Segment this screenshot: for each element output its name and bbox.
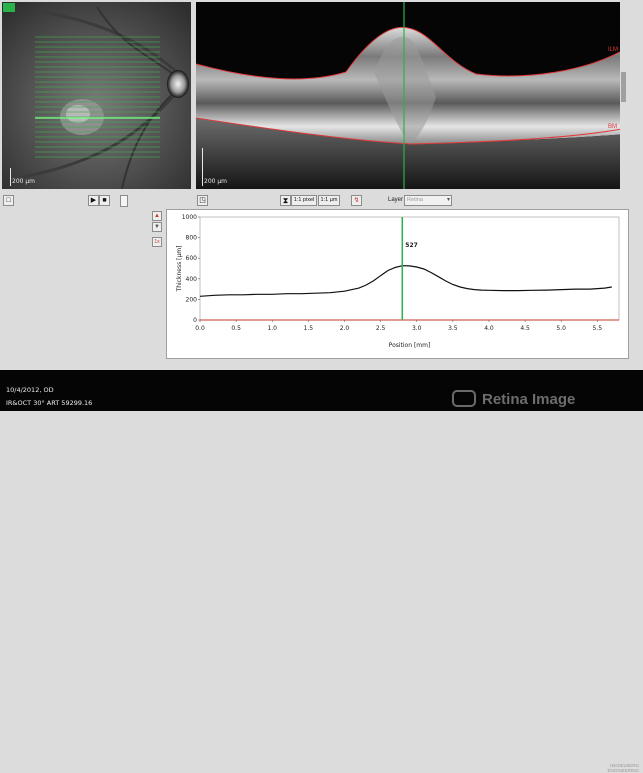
fundus-graphic xyxy=(2,2,191,189)
layer-label: Layer xyxy=(388,197,404,203)
x-tick-label: 3.5 xyxy=(448,325,458,332)
layer-select[interactable]: Retina ▾ xyxy=(404,195,452,206)
x-tick-label: 3.0 xyxy=(412,325,422,332)
y-tick-label: 800 xyxy=(186,235,198,242)
fundus-options-icon[interactable]: □ xyxy=(3,195,14,206)
x-tick-label: 5.0 xyxy=(556,325,566,332)
footer-bar: 10/4/2012, OD IR&OCT 30° ART 59299.16 Re… xyxy=(0,370,643,773)
zoom-button[interactable]: 1x xyxy=(152,237,162,247)
fundus-image[interactable]: 200 µm xyxy=(2,2,191,189)
layer-tool-icon[interactable]: ↯ xyxy=(351,195,362,206)
thickness-profile-chart[interactable]: 0 200 400 600 800 1000 0.0 0.5 1.0 1.5 2.0 2.5 3.0 3… xyxy=(166,209,629,359)
y-tick-label: 200 xyxy=(186,296,198,303)
save-icon[interactable]: ■ xyxy=(99,195,110,206)
x-tick-label: 4.0 xyxy=(484,325,494,332)
x-tick-label: 2.5 xyxy=(376,325,386,332)
x-tick-label: 0.0 xyxy=(195,325,205,332)
x-axis-label: Position [mm] xyxy=(389,342,431,349)
oct-options-icon[interactable]: ◳ xyxy=(197,195,208,206)
oct-scale-bar xyxy=(202,148,203,186)
ilm-label: ILM xyxy=(608,47,619,53)
exam-date-eye: 10/4/2012, OD xyxy=(6,386,54,394)
play-icon[interactable]: ▶ xyxy=(88,195,99,206)
watermark-text: Retina Image xyxy=(482,391,576,408)
um-ratio-button[interactable]: 1:1 µm xyxy=(318,195,340,206)
oct-scale-label: 200 µm xyxy=(204,178,228,185)
x-tick-label: 2.0 xyxy=(340,325,350,332)
y-tick-label: 400 xyxy=(186,276,198,283)
thickness-series-line xyxy=(199,265,612,297)
retina-image-logo-icon xyxy=(452,390,476,407)
pixel-ratio-button[interactable]: 1:1 pixel xyxy=(291,195,317,206)
y-tick-label: 600 xyxy=(186,255,198,262)
x-tick-label: 5.5 xyxy=(593,325,603,332)
y-tick-label: 0 xyxy=(193,317,197,324)
y-axis-label: Thickness [µm] xyxy=(176,246,183,293)
chevron-down-icon: ▾ xyxy=(446,197,450,203)
oct-scrollbar-thumb[interactable] xyxy=(621,72,626,102)
oct-bscan-image[interactable]: ILM BM 200 µm xyxy=(196,2,627,189)
fundus-scale-bar xyxy=(10,168,11,186)
layer-select-value: Retina xyxy=(407,197,423,203)
x-tick-label: 1.0 xyxy=(267,325,277,332)
thickness-profile-icon[interactable]: ▲ xyxy=(152,211,162,221)
fundus-scale-label: 200 µm xyxy=(12,178,36,185)
x-tick-label: 4.5 xyxy=(520,325,530,332)
oct-graphic xyxy=(196,2,627,189)
y-tick-label: 1000 xyxy=(182,214,197,221)
aspect-ratio-icon: ⧗ xyxy=(280,195,291,206)
marker-value-label: 527 xyxy=(405,242,418,249)
plot-frame xyxy=(199,216,620,321)
optic-disc xyxy=(167,70,189,98)
thickness-chart-svg: 0 200 400 600 800 1000 0.0 0.5 1.0 1.5 2.0 2.5 3.0 3… xyxy=(176,214,620,349)
fundus-slider-handle[interactable] xyxy=(120,195,128,207)
fundus-corner-badge xyxy=(3,3,15,12)
scroll-down-icon[interactable]: ▼ xyxy=(152,222,162,232)
scan-info: IR&OCT 30° ART 59299.16 xyxy=(6,399,93,407)
brand-text: HEIDELBERG ENGINEERING xyxy=(607,763,639,773)
x-tick-label: 0.5 xyxy=(231,325,241,332)
bm-label: BM xyxy=(608,124,617,130)
x-tick-label: 1.5 xyxy=(304,325,314,332)
